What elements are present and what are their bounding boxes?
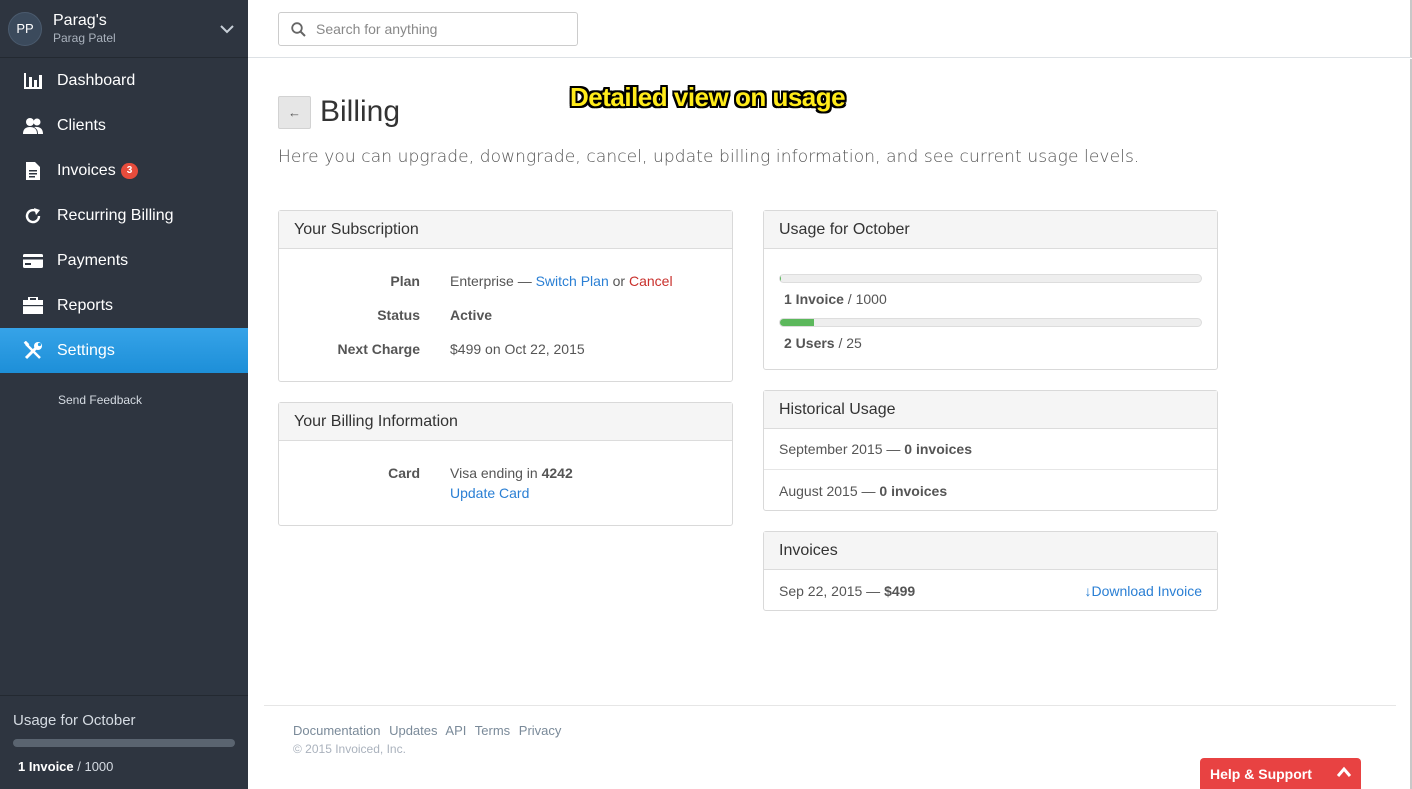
list-item: Sep 22, 2015 — $499 ↓Download Invoice xyxy=(779,582,1202,599)
sidebar-item-label: Reports xyxy=(57,296,114,314)
card-row: Card Visa ending in 4242 Update Card xyxy=(279,463,732,503)
usage-panel: Usage for October 1 Invoice / 1000 2 Use… xyxy=(763,210,1218,370)
sidebar-usage-text: 1 Invoice / 1000 xyxy=(18,759,114,774)
sidebar-usage-progress xyxy=(13,739,235,747)
panel-heading: Usage for October xyxy=(764,211,1217,249)
sidebar-item-invoices[interactable]: Invoices 3 xyxy=(0,148,248,193)
panel-heading: Your Subscription xyxy=(279,211,732,249)
back-button[interactable]: ← xyxy=(278,95,311,129)
cancel-plan-link[interactable]: Cancel xyxy=(629,273,673,289)
page-subtitle: Here you can upgrade, downgrade, cancel,… xyxy=(278,147,1140,167)
help-support-button[interactable]: Help & Support xyxy=(1200,758,1361,789)
refresh-icon xyxy=(22,206,44,226)
download-invoice-link[interactable]: ↓Download Invoice xyxy=(1084,583,1202,599)
search-input[interactable] xyxy=(316,21,566,37)
sidebar-usage: Usage for October 1 Invoice / 1000 xyxy=(0,695,248,789)
main-content: ← Billing Detailed view on usage Here yo… xyxy=(248,59,1412,789)
account-name: Parag's xyxy=(53,11,107,29)
annotation-label: Detailed view on usage xyxy=(570,82,846,112)
help-support-label: Help & Support xyxy=(1210,765,1312,782)
plan-row: Plan Enterprise — Switch Plan or Cancel xyxy=(279,271,732,291)
footer-link-updates[interactable]: Updates xyxy=(389,723,437,738)
users-icon xyxy=(22,116,44,136)
next-charge-label: Next Charge xyxy=(337,341,420,357)
footer-link-documentation[interactable]: Documentation xyxy=(293,723,380,738)
tools-icon xyxy=(22,340,44,361)
avatar: PP xyxy=(8,11,42,46)
subscription-panel: Your Subscription Plan Enterprise — Swit… xyxy=(278,210,733,382)
plan-value: Enterprise — Switch Plan or Cancel xyxy=(450,273,673,289)
sidebar-item-label: Clients xyxy=(57,116,106,134)
footer: Documentation Updates API Terms Privacy … xyxy=(264,705,1396,756)
briefcase-icon xyxy=(22,296,44,316)
search-icon xyxy=(291,21,306,37)
footer-link-terms[interactable]: Terms xyxy=(475,723,510,738)
invoices-panel: Invoices Sep 22, 2015 — $499 ↓Download I… xyxy=(763,531,1218,611)
panel-heading: Historical Usage xyxy=(764,391,1217,429)
account-switcher[interactable]: PP Parag's Parag Patel xyxy=(0,0,248,58)
billing-info-panel: Your Billing Information Card Visa endin… xyxy=(278,402,733,526)
send-feedback-link[interactable]: Send Feedback xyxy=(0,393,248,407)
next-charge-row: Next Charge $499 on Oct 22, 2015 xyxy=(279,339,732,359)
sidebar-item-label: Settings xyxy=(57,341,115,359)
sidebar-item-clients[interactable]: Clients xyxy=(0,103,248,148)
page-title: Billing xyxy=(320,95,401,128)
status-value: Active xyxy=(450,307,493,323)
switch-plan-link[interactable]: Switch Plan xyxy=(536,273,609,289)
user-usage-label: 2 Users / 25 xyxy=(784,335,862,351)
account-user: Parag Patel xyxy=(53,30,116,45)
historical-usage-panel: Historical Usage September 2015 — 0 invo… xyxy=(763,390,1218,511)
sidebar-item-dashboard[interactable]: Dashboard xyxy=(0,58,248,103)
credit-card-icon xyxy=(22,251,44,271)
sidebar-item-label: Invoices xyxy=(57,161,116,179)
sidebar-nav: Dashboard Clients Invoices 3 Recurring B… xyxy=(0,58,248,373)
sidebar-item-recurring-billing[interactable]: Recurring Billing xyxy=(0,193,248,238)
footer-link-api[interactable]: API xyxy=(445,723,466,738)
sidebar-item-reports[interactable]: Reports xyxy=(0,283,248,328)
status-row: Status Active xyxy=(279,305,732,325)
sidebar-item-label: Dashboard xyxy=(57,71,136,89)
panel-heading: Your Billing Information xyxy=(279,403,732,441)
chevron-up-icon xyxy=(1337,766,1351,777)
bar-chart-icon xyxy=(22,71,44,91)
sidebar-item-label: Payments xyxy=(57,251,129,269)
list-item: August 2015 — 0 invoices xyxy=(779,482,948,499)
card-label: Card xyxy=(388,465,420,481)
invoice-count-badge: 3 xyxy=(120,162,139,179)
search-box[interactable] xyxy=(278,12,578,46)
update-card-link[interactable]: Update Card xyxy=(450,485,529,501)
document-icon xyxy=(22,161,44,181)
invoice-usage-label: 1 Invoice / 1000 xyxy=(784,291,887,307)
page-header: ← Billing xyxy=(278,95,400,129)
plan-label: Plan xyxy=(390,273,420,289)
sidebar-item-label: Recurring Billing xyxy=(57,206,174,224)
invoice-usage-progress xyxy=(779,274,1202,283)
sidebar-usage-title: Usage for October xyxy=(13,712,136,729)
chevron-down-icon[interactable] xyxy=(220,22,234,36)
sidebar-item-settings[interactable]: Settings xyxy=(0,328,248,373)
user-usage-progress xyxy=(779,318,1202,327)
list-item: September 2015 — 0 invoices xyxy=(764,429,1217,470)
panel-heading: Invoices xyxy=(764,532,1217,570)
copyright: © 2015 Invoiced, Inc. xyxy=(293,742,406,756)
sidebar-item-payments[interactable]: Payments xyxy=(0,238,248,283)
card-value: Visa ending in 4242 xyxy=(450,465,573,481)
top-bar xyxy=(248,0,1412,58)
status-label: Status xyxy=(377,307,420,323)
footer-links: Documentation Updates API Terms Privacy xyxy=(293,723,1396,738)
next-charge-value: $499 on Oct 22, 2015 xyxy=(450,341,585,357)
footer-link-privacy[interactable]: Privacy xyxy=(519,723,562,738)
sidebar: PP Parag's Parag Patel Dashboard Clients… xyxy=(0,0,248,789)
